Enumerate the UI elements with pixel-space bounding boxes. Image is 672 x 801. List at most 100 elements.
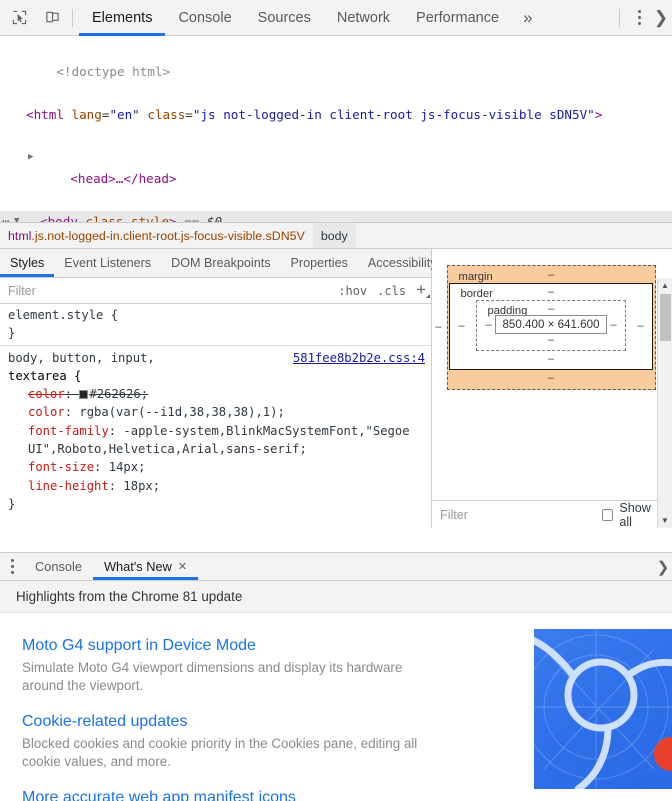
- device-toolbar-icon[interactable]: [38, 4, 66, 32]
- decl-lh-value: 18px;: [123, 478, 161, 493]
- breadcrumb-item-html[interactable]: html .js.not-logged-in.client-root.js-foc…: [0, 223, 313, 248]
- drawer-kebab-menu-icon[interactable]: [0, 553, 24, 580]
- box-model-padding[interactable]: padding – – 850.400 × 641.600 – –: [476, 300, 626, 351]
- dom-tree[interactable]: <!doctype html> <html lang="en" class="j…: [0, 36, 672, 222]
- whats-new-item-title[interactable]: Moto G4 support in Device Mode: [22, 635, 442, 657]
- tab-dom-breakpoints[interactable]: DOM Breakpoints: [161, 249, 280, 277]
- hov-button[interactable]: :hov: [333, 284, 372, 298]
- kebab-menu-icon[interactable]: [626, 4, 652, 32]
- whats-new-item-title[interactable]: Cookie-related updates: [22, 711, 442, 733]
- drawer-tab-whats-new[interactable]: What's New ✕: [92, 553, 199, 580]
- padding-bottom-value[interactable]: –: [481, 334, 620, 346]
- decl-lh-prop: line-height: [28, 478, 109, 493]
- tab-properties[interactable]: Properties: [281, 249, 358, 277]
- body-eq: ==: [176, 214, 207, 222]
- decl-color-prop: color: [28, 387, 65, 402]
- tab-styles[interactable]: Styles: [0, 249, 55, 277]
- sp-2: [123, 214, 131, 222]
- color-swatch[interactable]: [79, 390, 89, 400]
- declaration-color-overridden[interactable]: color: #262626;: [8, 385, 425, 403]
- tab-event-listeners[interactable]: Event Listeners: [54, 249, 161, 277]
- dom-line-html[interactable]: <html lang="en" class="js not-logged-in …: [0, 104, 672, 126]
- styles-filter-row: :hov .cls +: [0, 278, 431, 304]
- styles-filter-input[interactable]: [0, 283, 334, 298]
- border-bottom-value[interactable]: –: [454, 353, 647, 365]
- whats-new-item: More accurate web app manifest icons: [22, 787, 442, 801]
- declaration-font-size[interactable]: font-size: 14px;: [8, 458, 425, 476]
- margin-left-value[interactable]: –: [435, 321, 441, 333]
- css-rule-element-style[interactable]: element.style { }: [0, 306, 431, 343]
- devtools-drawer: Console What's New ✕ ❯ Highlights from t…: [0, 552, 672, 801]
- cls-button[interactable]: .cls: [372, 284, 411, 298]
- tab-elements[interactable]: Elements: [79, 0, 166, 36]
- tab-sources[interactable]: Sources: [245, 0, 324, 36]
- dom-line-doctype[interactable]: <!doctype html>: [0, 39, 672, 104]
- more-tabs-icon[interactable]: »: [512, 0, 543, 36]
- drawer-tab-console[interactable]: Console: [24, 553, 93, 580]
- body-rule-selector-line1[interactable]: body, button, input,: [8, 349, 155, 367]
- breadcrumb-item-body[interactable]: body: [312, 223, 356, 248]
- margin-mid-row: – border – – padding – – 850.400 × 641.6…: [435, 281, 667, 372]
- padding-mid-row: – 850.400 × 641.600 –: [481, 315, 620, 334]
- tab-network[interactable]: Network: [324, 0, 403, 36]
- drawer-chevron-right-icon[interactable]: ❯: [655, 553, 671, 581]
- collapse-arrow-body-icon[interactable]: ▼: [14, 211, 19, 222]
- dom-line-body[interactable]: ⋯ ▼ <body class style> == $0: [0, 211, 672, 222]
- tab-network-label: Network: [336, 9, 391, 26]
- declaration-line-height[interactable]: line-height: 18px;: [8, 477, 425, 495]
- tab-sources-label: Sources: [257, 9, 311, 26]
- close-icon[interactable]: ✕: [178, 560, 187, 573]
- drawer-tab-whats-new-label: What's New: [103, 559, 172, 574]
- border-right-value[interactable]: –: [634, 320, 648, 332]
- decl-ff-colon: :: [108, 423, 124, 438]
- padding-right-value[interactable]: –: [607, 319, 621, 331]
- show-all-checkbox[interactable]: [602, 508, 614, 521]
- chevron-right-icon[interactable]: ❯: [652, 4, 670, 32]
- computed-filter-input[interactable]: [440, 507, 602, 522]
- declaration-font-family[interactable]: font-family: -apple-system,BlinkMacSyste…: [8, 422, 425, 459]
- styles-scrollbar[interactable]: ▲ ▼: [657, 278, 672, 528]
- scroll-down-arrow-icon[interactable]: ▼: [658, 513, 672, 528]
- whats-new-item-description: Blocked cookies and cookie priority in t…: [22, 736, 418, 769]
- breadcrumb-body-element: body: [320, 228, 348, 243]
- whats-new-header-text: Highlights from the Chrome 81 update: [16, 589, 243, 604]
- scrollbar-thumb[interactable]: [659, 294, 671, 341]
- decl-color-value: #262626;: [89, 387, 149, 402]
- breadcrumb-html-classes: .js.not-logged-in.client-root.js-focus-v…: [31, 228, 305, 243]
- element-style-close-brace: }: [8, 326, 16, 341]
- scroll-up-arrow-icon[interactable]: ▲: [658, 278, 672, 293]
- toolbar-divider-right: [619, 8, 620, 27]
- html-attr-class: class: [147, 106, 186, 122]
- head-text: <head>…</head>: [70, 171, 177, 186]
- decl-fs-colon: :: [94, 460, 109, 475]
- whats-new-body: Moto G4 support in Device Mode Simulate …: [0, 613, 672, 801]
- body-attr-class: class: [85, 214, 124, 222]
- css-rule-body-button-input-textarea[interactable]: body, button, input, 581fee8b2b2e.css:4 …: [0, 344, 431, 514]
- expand-arrow-head-icon[interactable]: ▶: [28, 147, 33, 169]
- tab-dom-breakpoints-label: DOM Breakpoints: [171, 256, 271, 270]
- stylesheet-source-link[interactable]: 581fee8b2b2e.css:4: [293, 349, 425, 367]
- dom-line-head[interactable]: ▶ <head>…</head>: [0, 125, 672, 211]
- box-model-margin[interactable]: margin – – border – – padding – – 850.40…: [435, 265, 667, 390]
- margin-bottom-value[interactable]: –: [453, 372, 650, 384]
- inspect-cursor-icon[interactable]: [5, 4, 33, 32]
- show-all-toggle[interactable]: Show all: [602, 501, 664, 529]
- new-style-rule-button[interactable]: +: [411, 280, 431, 302]
- tab-performance[interactable]: Performance: [403, 0, 512, 36]
- whats-new-item-title[interactable]: More accurate web app manifest icons: [22, 787, 442, 801]
- whats-new-item: Cookie-related updates Blocked cookies a…: [22, 711, 442, 771]
- padding-left-value[interactable]: –: [481, 319, 495, 331]
- decl-color2-colon: :: [64, 405, 80, 420]
- declaration-color-active[interactable]: color: rgba(var(--i1d,38,38,38),1);: [8, 403, 425, 421]
- box-model-border[interactable]: border – – padding – – 850.400 × 641.600…: [449, 283, 653, 370]
- tab-elements-label: Elements: [92, 9, 153, 26]
- styles-tab-list: Styles Event Listeners DOM Breakpoints P…: [0, 249, 437, 278]
- border-left-value[interactable]: –: [454, 320, 468, 332]
- decl-fs-prop: font-size: [28, 460, 95, 475]
- element-style-selector[interactable]: element.style {: [8, 306, 118, 324]
- tab-console[interactable]: Console: [165, 0, 244, 36]
- box-model-content-size[interactable]: 850.400 × 641.600: [495, 315, 607, 334]
- tab-accessibility-label: Accessibility: [367, 256, 437, 270]
- computed-filter-row: Show all: [432, 500, 672, 529]
- decl-ff-prop: font-family: [28, 423, 109, 438]
